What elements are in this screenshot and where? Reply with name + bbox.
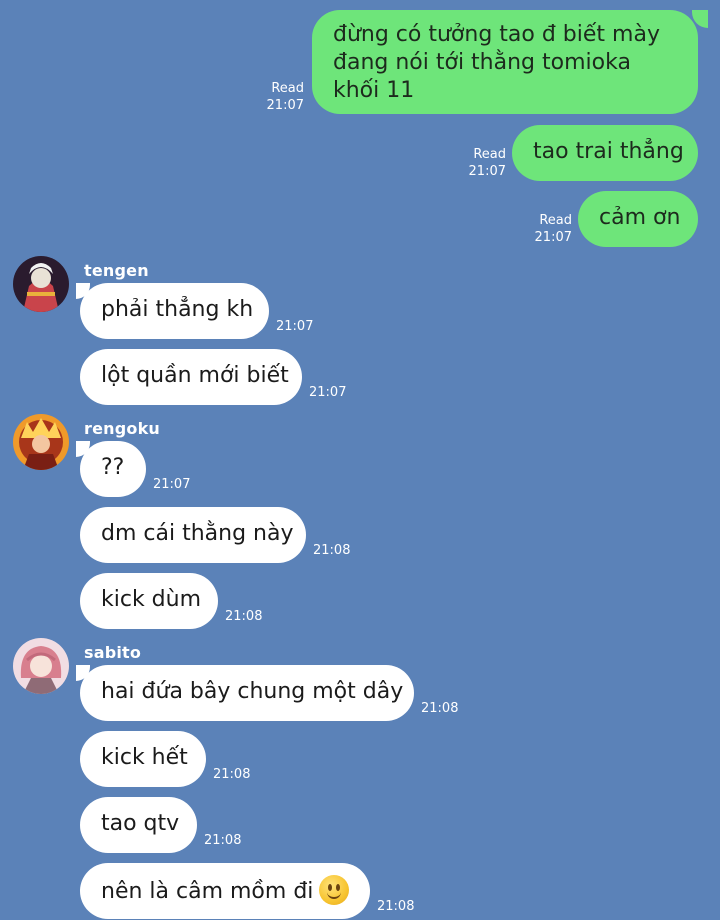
message-text: tao trai thẳng [533, 139, 684, 164]
message-time: 21:08 [213, 767, 251, 782]
message-time: 21:08 [421, 701, 459, 716]
read-receipt: Read 21:07 [262, 80, 304, 114]
message-time: 21:07 [276, 319, 314, 334]
message-text: dm cái thằng này [101, 521, 294, 546]
sender-name: rengoku [84, 419, 161, 438]
message-time: 21:08 [225, 609, 263, 624]
message-time: 21:07 [534, 230, 572, 245]
message-time: 21:08 [377, 899, 415, 914]
message-time: 21:07 [153, 477, 191, 492]
avatar-tengen[interactable] [13, 256, 69, 312]
read-status: Read [473, 147, 506, 162]
message-time: 21:07 [468, 164, 506, 179]
message-text: tao qtv [101, 811, 180, 836]
avatar-sabito[interactable] [13, 638, 69, 694]
message-time: 21:07 [266, 98, 304, 113]
message-text: nên là câm mồm đi [101, 879, 314, 904]
read-status: Read [271, 81, 304, 96]
message-text: kick dùm [101, 587, 202, 612]
incoming-message-bubble[interactable]: hai đứa bây chung một dây [80, 665, 414, 721]
incoming-message-bubble[interactable]: tao qtv [80, 797, 197, 853]
avatar-image [13, 638, 69, 694]
incoming-message-bubble[interactable]: lột quần mới biết [80, 349, 302, 405]
incoming-message-bubble[interactable]: dm cái thằng này [80, 507, 306, 563]
incoming-message-bubble[interactable]: kick hết [80, 731, 206, 787]
incoming-message-bubble[interactable]: ?? [80, 441, 146, 497]
message-text: lột quần mới biết [101, 363, 289, 388]
avatar-image [13, 256, 69, 312]
message-text: phải thẳng kh [101, 297, 254, 322]
incoming-message-bubble[interactable]: phải thẳng kh [80, 283, 269, 339]
sender-name: sabito [84, 643, 142, 662]
message-time: 21:07 [309, 385, 347, 400]
outgoing-message-bubble[interactable]: đừng có tưởng tao đ biết mày đang nói tớ… [312, 10, 698, 114]
outgoing-message-bubble[interactable]: tao trai thẳng [512, 125, 698, 181]
avatar-image [13, 414, 69, 470]
incoming-message-bubble[interactable]: kick dùm [80, 573, 218, 629]
message-text: cảm ơn [599, 205, 681, 230]
sender-name: tengen [84, 261, 149, 280]
read-receipt: Read 21:07 [530, 212, 572, 246]
message-text: đừng có tưởng tao đ biết mày đang nói tớ… [333, 22, 660, 103]
read-receipt: Read 21:07 [464, 146, 506, 180]
incoming-message-bubble[interactable]: nên là câm mồm đi [80, 863, 370, 919]
message-time: 21:08 [313, 543, 351, 558]
slightly-smiling-face-icon [319, 875, 350, 905]
outgoing-message-bubble[interactable]: cảm ơn [578, 191, 698, 247]
chat-thread: Read 21:07 đừng có tưởng tao đ biết mày … [0, 0, 720, 920]
message-text: hai đứa bây chung một dây [101, 679, 404, 704]
message-text: kick hết [101, 745, 188, 770]
read-status: Read [539, 213, 572, 228]
message-text: ?? [101, 455, 125, 480]
message-time: 21:08 [204, 833, 242, 848]
avatar-rengoku[interactable] [13, 414, 69, 470]
